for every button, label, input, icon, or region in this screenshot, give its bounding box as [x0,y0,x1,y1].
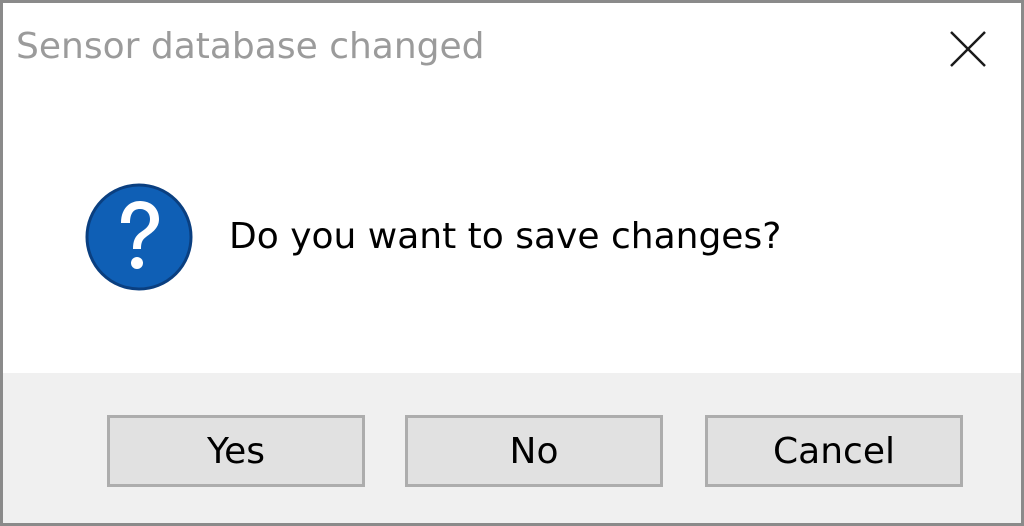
save-changes-dialog: Sensor database changed Do you want to s… [0,0,1024,526]
dialog-content: Do you want to save changes? [3,95,1021,373]
yes-button[interactable]: Yes [107,415,365,487]
dialog-message: Do you want to save changes? [229,216,782,257]
question-icon [83,181,195,293]
cancel-button[interactable]: Cancel [705,415,963,487]
close-button[interactable] [931,13,1005,83]
dialog-button-bar: Yes No Cancel [3,373,1021,523]
dialog-titlebar[interactable]: Sensor database changed [3,3,1021,95]
close-icon [950,31,986,67]
no-button[interactable]: No [405,415,663,487]
dialog-title: Sensor database changed [16,26,485,67]
